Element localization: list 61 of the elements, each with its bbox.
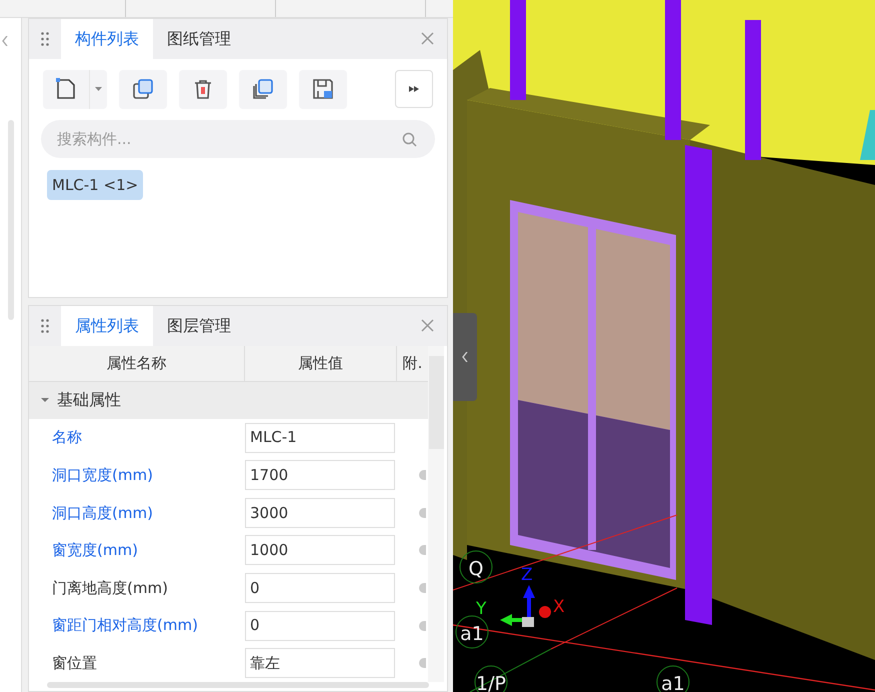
save-button[interactable] xyxy=(299,70,347,109)
column-header: 属性名称 xyxy=(29,346,245,381)
panel-tab[interactable]: 构件列表 xyxy=(61,18,153,59)
close-icon xyxy=(420,32,434,46)
double-arrow-icon xyxy=(409,86,419,92)
toggle-icon[interactable] xyxy=(419,545,426,556)
group-row[interactable]: 基础属性 xyxy=(29,382,428,419)
search-field[interactable]: 搜索构件... xyxy=(41,120,435,158)
column-header: 属性值 xyxy=(245,346,397,381)
more-button[interactable] xyxy=(395,70,433,108)
property-name: 窗位置 xyxy=(51,652,98,674)
property-value-field[interactable]: 1000 xyxy=(245,535,395,566)
toggle-icon[interactable] xyxy=(419,620,426,631)
grid-marker: Q xyxy=(460,550,492,584)
property-name: 洞口高度(mm) xyxy=(51,502,154,524)
grid-marker: 1/P xyxy=(474,666,508,692)
toggle-icon[interactable] xyxy=(419,583,426,594)
axis-gizmo-icon xyxy=(500,585,551,627)
new-file-icon xyxy=(54,77,78,102)
property-value-field[interactable]: 3000 xyxy=(245,498,395,528)
axis-label: X xyxy=(553,597,565,617)
delete-button[interactable] xyxy=(179,70,227,109)
property-value-field[interactable]: 0 xyxy=(245,573,395,604)
property-name: 窗距门相对高度(mm) xyxy=(51,615,199,636)
grid-marker: a1 xyxy=(456,616,488,648)
property-name: 窗宽度(mm) xyxy=(51,540,139,562)
property-value-field[interactable]: 靠左 xyxy=(245,648,395,678)
layers-copy-icon xyxy=(251,77,275,102)
drag-handle-icon[interactable] xyxy=(41,32,49,46)
toggle-icon[interactable] xyxy=(419,470,426,480)
horizontal-scrollbar[interactable] xyxy=(47,682,429,688)
copy-button[interactable] xyxy=(119,70,167,109)
grid-marker: a1 xyxy=(656,666,690,692)
search-icon xyxy=(402,132,417,147)
caret-icon xyxy=(41,396,49,404)
property-name: 门离地高度(mm) xyxy=(51,578,169,599)
scrollbar-thumb[interactable] xyxy=(429,356,444,449)
collapse-handle[interactable] xyxy=(453,313,477,401)
property-value-field[interactable]: MLC-1 xyxy=(245,422,395,453)
caret-icon xyxy=(95,87,102,92)
toggle-icon[interactable] xyxy=(419,508,426,518)
property-name: 名称 xyxy=(51,427,83,448)
panel-tab[interactable]: 属性列表 xyxy=(61,306,153,346)
chevron-left-icon xyxy=(462,352,468,362)
property-name: 洞口宽度(mm) xyxy=(51,464,154,486)
column-header: 附. xyxy=(402,353,424,374)
trash-icon xyxy=(192,78,214,100)
property-value-field[interactable]: 0 xyxy=(245,610,395,641)
panel-tab[interactable]: 图层管理 xyxy=(153,306,245,346)
group-label: 基础属性 xyxy=(57,389,121,412)
panel-tab[interactable]: 图纸管理 xyxy=(153,18,245,59)
duplicate-button[interactable] xyxy=(239,70,287,109)
axis-label: Z xyxy=(521,565,533,585)
toggle-icon[interactable] xyxy=(419,658,426,668)
property-value-field[interactable]: 1700 xyxy=(245,460,395,490)
drag-handle-icon[interactable] xyxy=(41,318,49,333)
close-icon xyxy=(420,319,434,332)
save-icon xyxy=(311,77,335,102)
component-item[interactable]: MLC-1 <1> xyxy=(47,170,144,200)
copy-icon xyxy=(131,77,155,102)
scrollbar[interactable] xyxy=(8,120,14,320)
